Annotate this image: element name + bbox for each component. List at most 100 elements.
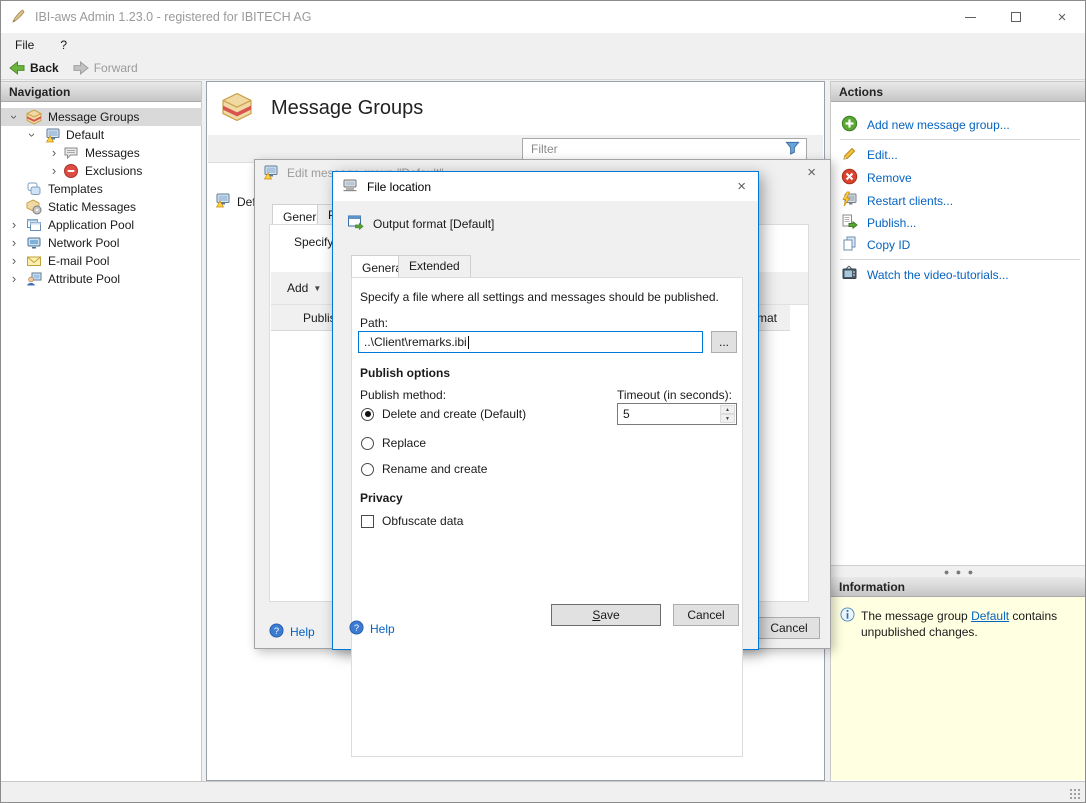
file-dialog-title-bar[interactable]: File location × [333,172,758,201]
chevron-right-icon[interactable]: › [9,238,19,248]
spinner-down-button[interactable]: ▼ [720,414,735,423]
actions-panel: Actions Add new message group... Edit...… [830,81,1086,781]
tree-label[interactable]: Static Messages [48,200,136,214]
tree-item-application-pool[interactable]: › Application Pool [1,216,202,234]
chevron-right-icon[interactable]: › [49,148,59,158]
radio-replace[interactable]: Replace [361,436,426,450]
action-publish[interactable]: Publish... [841,213,916,233]
add-dropdown-button[interactable]: Add ▼ [287,281,321,295]
resize-grip[interactable] [1069,788,1081,800]
chevron-down-icon: ▼ [313,284,321,293]
tree-item-static-messages[interactable]: Static Messages [1,198,202,216]
close-icon[interactable]: × [807,165,816,180]
app-icon [11,8,27,27]
forward-button[interactable]: Forward [73,60,138,76]
email-pool-icon [26,253,42,269]
file-tab-extended[interactable]: Extended [398,255,471,277]
templates-icon [26,181,42,197]
window-title: IBI-aws Admin 1.23.0 - registered for IB… [35,10,312,24]
tree-label[interactable]: Message Groups [48,110,139,124]
chevron-right-icon[interactable]: › [9,220,19,230]
chevron-down-icon[interactable]: › [27,130,37,140]
timeout-spinner[interactable]: 5 ▲ ▼ [617,403,737,425]
message-groups-icon [26,109,42,125]
chevron-down-icon[interactable]: › [9,112,19,122]
tree-item-attribute-pool[interactable]: › Attribute Pool [1,270,202,288]
tree-label[interactable]: Application Pool [48,218,134,232]
radio-icon[interactable] [361,463,374,476]
menu-help[interactable]: ? [60,38,67,52]
privacy-heading: Privacy [360,491,403,505]
radio-label: Replace [382,436,426,450]
add-label: Add [287,281,308,295]
tree-item-exclusions[interactable]: › Exclusions [1,162,202,180]
checkbox-icon[interactable] [361,515,374,528]
action-watch-video-tutorials[interactable]: Watch the video-tutorials... [841,265,1009,285]
default-link[interactable]: Default [971,609,1009,623]
radio-icon[interactable] [361,437,374,450]
tree-label[interactable]: Attribute Pool [48,272,120,286]
close-icon[interactable]: × [737,179,746,194]
chevron-right-icon[interactable]: › [49,166,59,176]
radio-label: Rename and create [382,462,487,476]
tree-label[interactable]: Exclusions [85,164,142,178]
panel-splitter[interactable]: ● ● ● [831,565,1086,577]
action-copy-id[interactable]: Copy ID [841,235,910,255]
action-label[interactable]: Restart clients... [867,194,953,208]
action-add-new-message-group[interactable]: Add new message group... [841,115,1010,135]
tree-label[interactable]: Messages [85,146,140,160]
radio-rename-and-create[interactable]: Rename and create [361,462,487,476]
tree-item-messages[interactable]: › Messages [1,144,202,162]
navigation-header: Navigation [1,82,201,102]
file-dialog-title: File location [367,180,431,194]
action-label[interactable]: Copy ID [867,238,910,252]
tree-item-message-groups[interactable]: › Message Groups [1,108,202,126]
chevron-right-icon[interactable]: › [9,274,19,284]
forward-label: Forward [94,61,138,75]
network-pool-icon [26,235,42,251]
status-bar [1,781,1085,803]
action-label[interactable]: Add new message group... [867,118,1010,132]
action-remove[interactable]: Remove [841,168,912,188]
menu-file[interactable]: File [15,38,34,52]
path-input[interactable]: ..\Client\remarks.ibi [358,331,703,353]
filter-funnel-icon[interactable] [785,141,800,158]
save-button[interactable]: Save [551,604,661,626]
action-label[interactable]: Watch the video-tutorials... [867,268,1009,282]
title-bar: IBI-aws Admin 1.23.0 - registered for IB… [1,1,1085,33]
tree-item-templates[interactable]: Templates [1,180,202,198]
tree-label[interactable]: Templates [48,182,103,196]
tree-label[interactable]: Default [66,128,104,142]
action-label[interactable]: Edit... [867,148,898,162]
maximize-button[interactable] [993,1,1039,33]
close-button[interactable]: × [1039,1,1085,33]
app-window: IBI-aws Admin 1.23.0 - registered for IB… [0,0,1086,803]
radio-selected-icon[interactable] [361,408,374,421]
obfuscate-data-checkbox[interactable]: Obfuscate data [361,514,463,528]
chevron-right-icon[interactable]: › [9,256,19,266]
svg-text:?: ? [354,623,359,633]
message-group-warning-icon [45,127,61,143]
minimize-button[interactable] [947,1,993,33]
file-help-link[interactable]: ? Help [349,620,395,638]
tree-label[interactable]: Network Pool [48,236,119,250]
cancel-button[interactable]: Cancel [673,604,739,626]
edit-help-link[interactable]: ? Help [269,623,315,641]
spinner-up-button[interactable]: ▲ [720,405,735,414]
filter-input[interactable]: Filter [522,138,807,160]
tree-item-network-pool[interactable]: › Network Pool [1,234,202,252]
tree-item-default[interactable]: › Default [1,126,202,144]
publish-method-label: Publish method: [360,388,446,402]
back-button[interactable]: Back [9,60,59,76]
information-body: The message group Default contains unpub… [831,597,1086,780]
action-label[interactable]: Publish... [867,216,916,230]
output-format-icon [347,214,364,234]
tree-label[interactable]: E-mail Pool [48,254,109,268]
action-edit[interactable]: Edit... [841,145,898,165]
action-restart-clients[interactable]: Restart clients... [841,191,953,211]
browse-button[interactable]: ... [711,331,737,353]
tree-item-email-pool[interactable]: › E-mail Pool [1,252,202,270]
action-label[interactable]: Remove [867,171,912,185]
edit-cancel-button[interactable]: Cancel [758,617,820,639]
radio-delete-and-create[interactable]: Delete and create (Default) [361,407,526,421]
